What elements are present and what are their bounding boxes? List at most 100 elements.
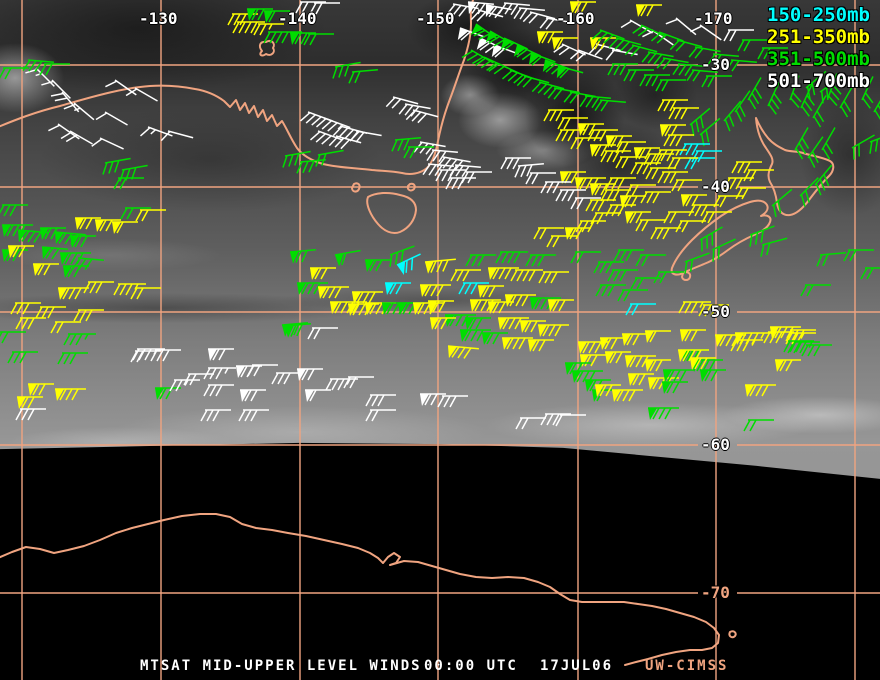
wind-barb <box>247 364 278 377</box>
wind-barb <box>622 333 648 346</box>
wind-barb <box>150 349 181 362</box>
wind-barb <box>119 164 148 182</box>
wind-barb <box>309 130 343 145</box>
wind-barb <box>112 221 138 234</box>
wind-barb <box>102 157 131 175</box>
wind-barb <box>642 29 674 46</box>
wind-barb <box>555 414 586 427</box>
wind-barb <box>413 141 446 155</box>
wind-barb <box>743 419 774 432</box>
wind-barb <box>63 333 96 346</box>
wind-barb <box>731 161 762 174</box>
wind-barb <box>533 227 564 240</box>
wind-barb <box>635 254 666 267</box>
wind-barb <box>318 286 349 299</box>
wind-barb <box>50 321 81 334</box>
wind-barb <box>538 324 569 337</box>
wind-barb <box>640 191 671 204</box>
wind-barb <box>200 409 231 422</box>
wind-barb <box>130 287 161 300</box>
caption-bar: MTSAT MID-UPPER LEVEL WINDS 00:00 UTC 17… <box>0 658 880 678</box>
wind-barb <box>240 389 266 402</box>
wind-barb <box>552 37 578 50</box>
wind-barb <box>160 130 194 142</box>
wind-barb <box>91 137 124 150</box>
wind-barb <box>465 254 496 267</box>
wind-barb <box>113 283 146 296</box>
wind-barb <box>238 409 269 422</box>
wind-barb <box>501 69 535 84</box>
wind-barb <box>665 17 697 36</box>
wind-barb <box>348 68 378 84</box>
wind-barb <box>684 252 710 274</box>
nz-north-island-coastline <box>755 117 835 217</box>
wind-barb <box>655 79 686 92</box>
wind-barb <box>365 394 396 407</box>
legend-item-351-500: 351-500mb <box>767 48 870 70</box>
wind-barb <box>617 289 648 302</box>
wind-barb <box>413 302 444 315</box>
wind-barb <box>349 130 382 143</box>
wind-barb <box>447 345 479 359</box>
wind-barb <box>680 329 706 342</box>
wind-barb <box>17 396 43 409</box>
lat-label: -50 <box>701 302 730 321</box>
stewart-island <box>681 271 692 281</box>
lon-label: -150 <box>416 9 455 28</box>
lat-label: -30 <box>701 55 730 74</box>
wind-barb <box>28 383 54 396</box>
wind-barb <box>700 369 726 382</box>
wind-barb <box>546 235 577 248</box>
wind-barb <box>48 123 80 140</box>
wind-barb <box>41 79 71 99</box>
wind-barb <box>208 348 234 361</box>
wind-barb <box>645 330 671 343</box>
wind-barb <box>801 344 832 357</box>
wind-barb <box>95 111 128 126</box>
wind-barb <box>548 299 574 312</box>
wind-barb <box>522 11 556 24</box>
lat-label: -40 <box>701 177 730 196</box>
wind-barb <box>821 127 836 160</box>
lon-label: -130 <box>139 9 178 28</box>
wind-barb <box>125 87 158 102</box>
wind-barbs <box>0 1 880 432</box>
wind-barb <box>15 408 46 421</box>
wind-barb <box>745 384 776 397</box>
wind-barb <box>289 248 316 264</box>
wind-barb <box>60 130 93 145</box>
wind-barb <box>495 251 528 264</box>
wind-barb <box>437 395 468 408</box>
wind-barb <box>800 284 831 297</box>
wind-barb <box>8 245 34 258</box>
wind-barb <box>405 109 439 124</box>
wind-barb <box>538 271 569 284</box>
wind-barb <box>725 59 757 72</box>
wind-barb <box>282 150 311 168</box>
product-title: MTSAT MID-UPPER LEVEL WINDS <box>140 658 422 674</box>
wind-barb <box>307 327 338 340</box>
wind-barb <box>689 107 711 137</box>
wind-barb <box>636 4 662 17</box>
lat-label: -60 <box>701 435 730 454</box>
wind-barb <box>7 351 38 364</box>
wind-barb <box>227 13 258 26</box>
wind-barb <box>58 287 89 300</box>
tasmania-coastline <box>366 191 417 234</box>
wind-barb <box>498 2 530 16</box>
wind-barb <box>570 251 601 264</box>
lon-label: -140 <box>278 9 317 28</box>
wind-barb <box>385 282 411 295</box>
wind-barb <box>625 303 656 316</box>
wind-barb <box>542 59 570 75</box>
wind-barb <box>478 285 504 298</box>
wind-barb <box>305 389 331 402</box>
wind-barb <box>600 337 626 350</box>
wind-barb <box>873 89 880 122</box>
wind-barb <box>612 389 643 402</box>
wind-barb <box>290 32 316 45</box>
wind-barb <box>701 75 732 88</box>
map-overlay <box>0 0 880 680</box>
wind-barb <box>63 265 89 278</box>
wind-barb <box>648 407 679 420</box>
